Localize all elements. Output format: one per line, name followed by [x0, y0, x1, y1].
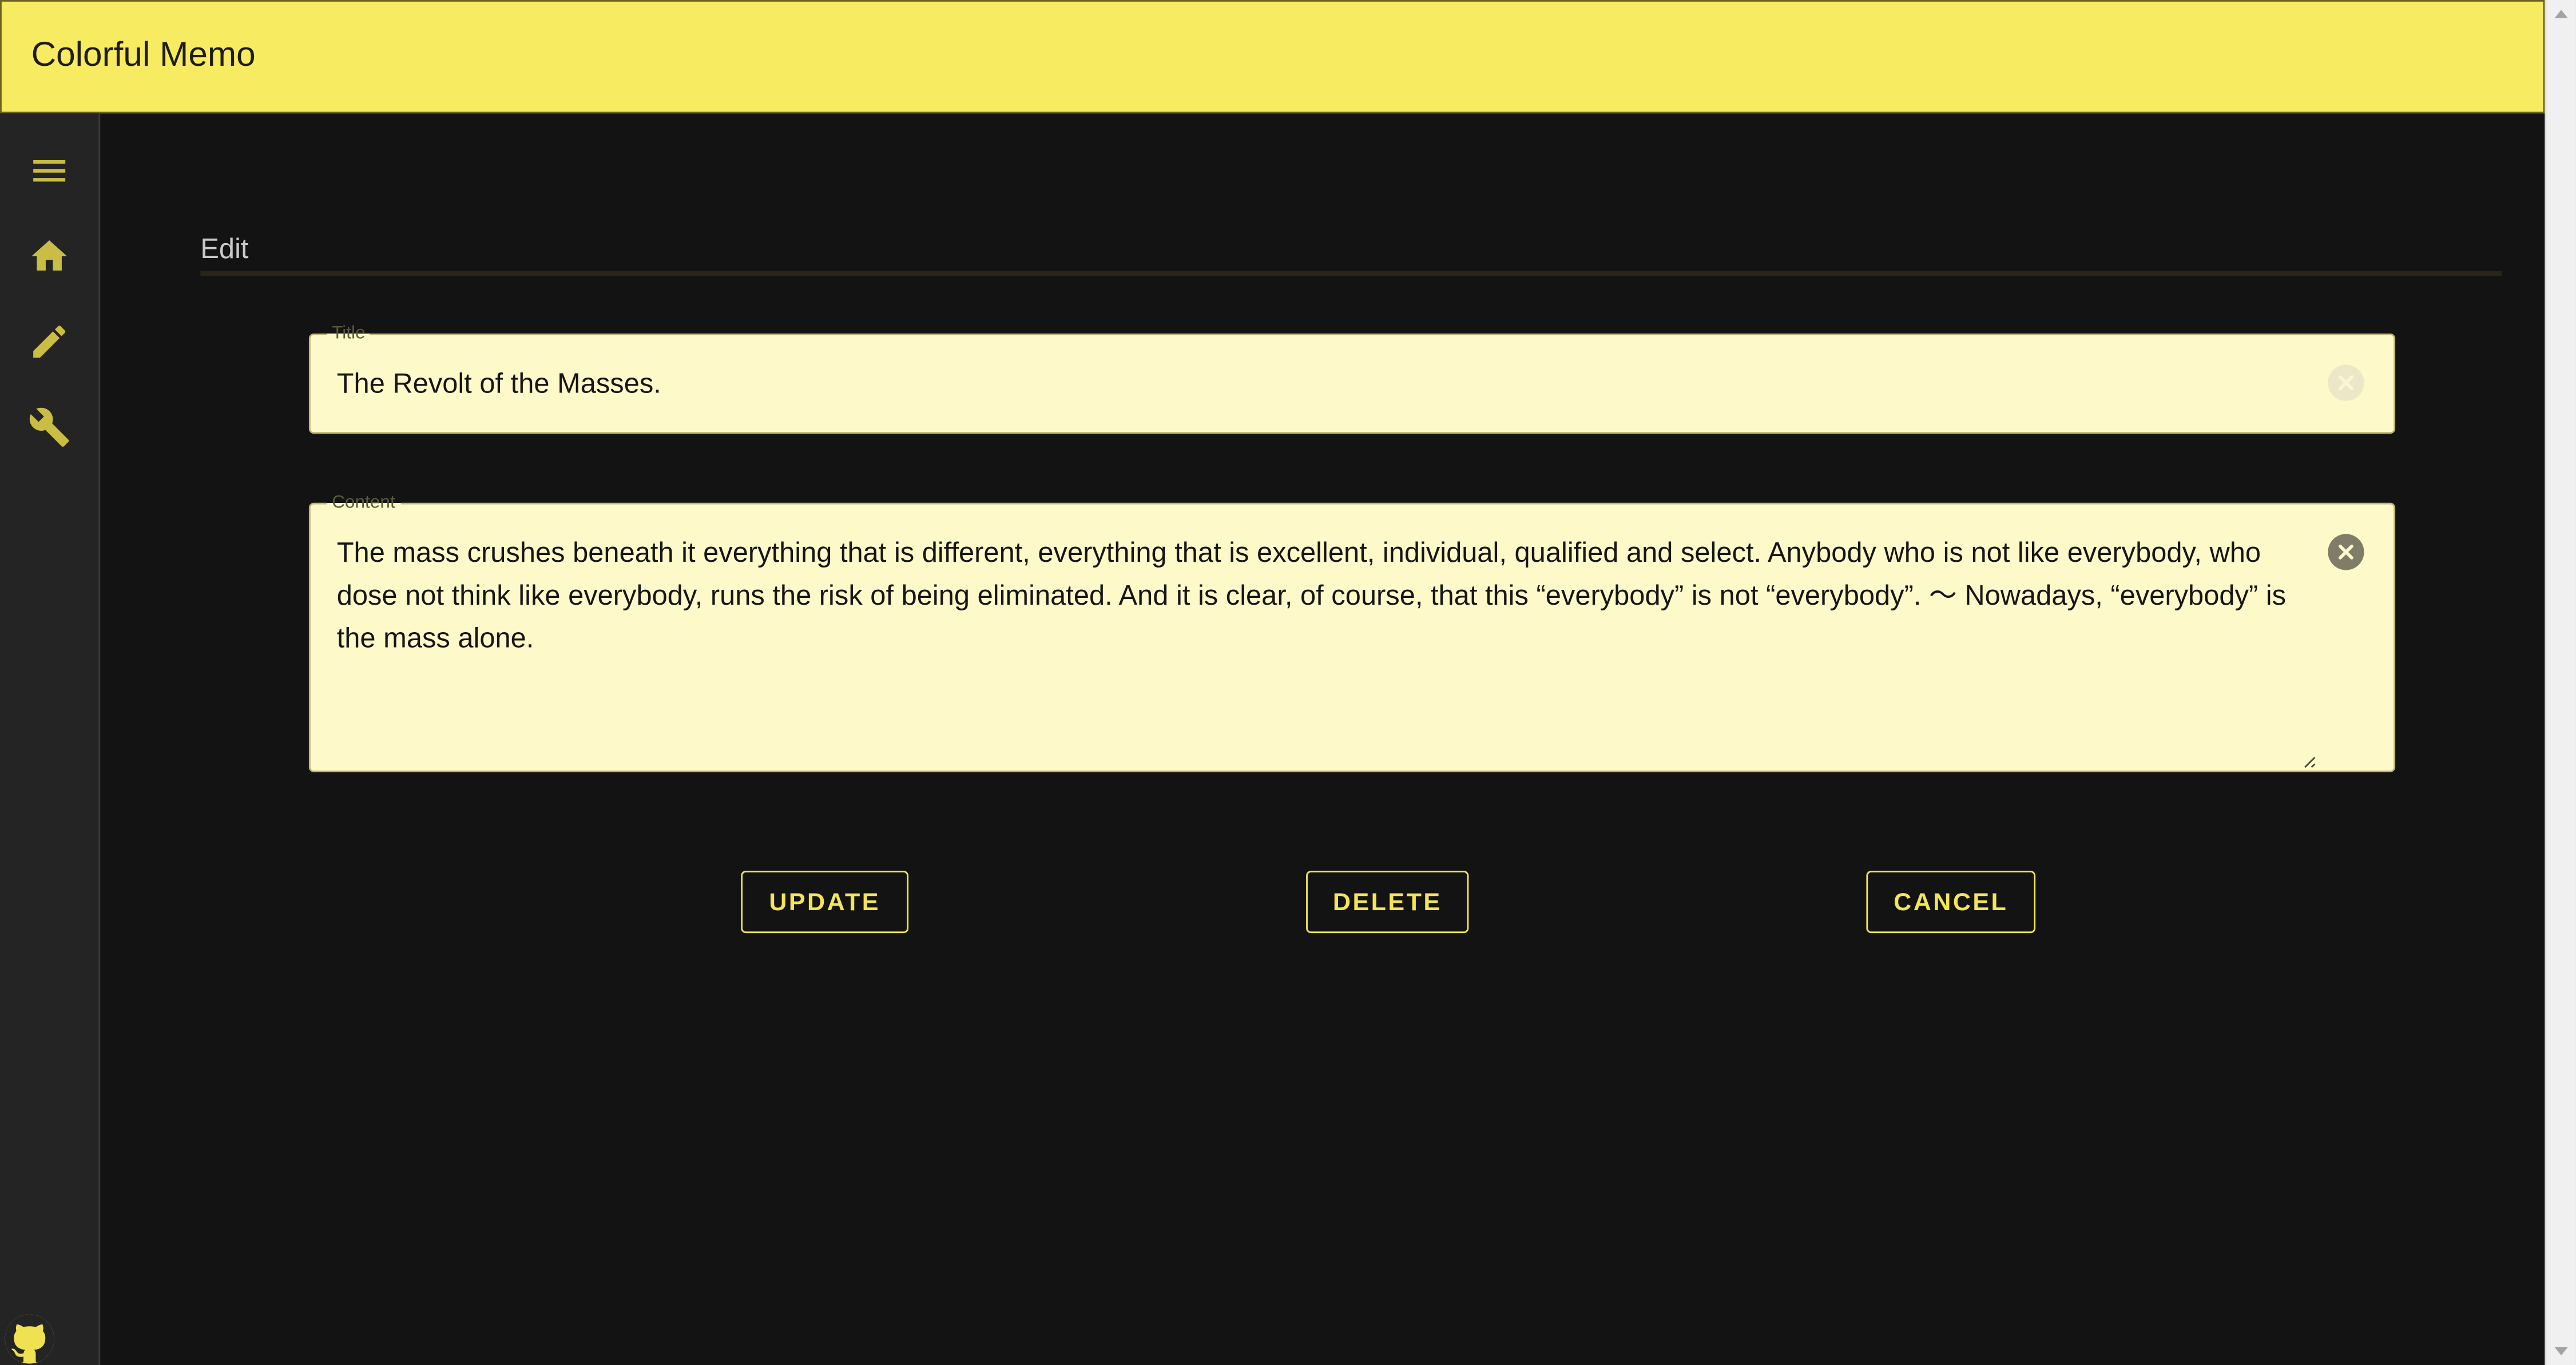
sidebar-item-settings[interactable] — [25, 403, 74, 452]
clear-icon — [2339, 545, 2353, 560]
vertical-scrollbar[interactable] — [2545, 0, 2576, 1365]
delete-button[interactable]: DELETE — [1306, 871, 1469, 934]
sidebar — [0, 113, 101, 1365]
sidebar-item-edit[interactable] — [25, 317, 74, 366]
hamburger-menu-icon — [33, 160, 66, 182]
app-bar: Colorful Memo — [0, 0, 2545, 114]
app-window: Colorful Memo Edit Title The Revolt of t… — [0, 0, 2576, 1365]
clear-title-button[interactable] — [2328, 364, 2364, 401]
update-button[interactable]: UPDATE — [741, 871, 909, 934]
title-input[interactable]: The Revolt of the Masses. — [337, 368, 2295, 400]
wrench-icon — [29, 407, 69, 447]
app-title: Colorful Memo — [31, 36, 256, 74]
scroll-up-arrow-icon[interactable] — [2554, 10, 2568, 18]
pencil-icon — [33, 326, 66, 358]
page-title: Edit — [200, 233, 249, 265]
content-field-label: Content — [327, 493, 400, 513]
github-icon — [5, 1314, 54, 1363]
title-field-label: Title — [327, 323, 371, 344]
title-field[interactable]: Title The Revolt of the Masses. — [308, 323, 2396, 434]
content-textarea[interactable]: The mass crushes beneath it everything t… — [337, 532, 2295, 660]
section-divider — [200, 271, 2502, 276]
hamburger-menu-button[interactable] — [25, 146, 74, 196]
sidebar-item-home[interactable] — [25, 232, 74, 281]
scroll-down-arrow-icon[interactable] — [2554, 1347, 2568, 1356]
clear-icon — [2339, 375, 2353, 391]
github-link[interactable] — [5, 1314, 54, 1364]
cancel-button[interactable]: CANCEL — [1866, 871, 2036, 934]
clear-content-button[interactable] — [2328, 534, 2364, 570]
resize-handle[interactable] — [2300, 752, 2317, 769]
home-icon — [31, 240, 68, 271]
content-field[interactable]: Content The mass crushes beneath it ever… — [308, 493, 2396, 772]
